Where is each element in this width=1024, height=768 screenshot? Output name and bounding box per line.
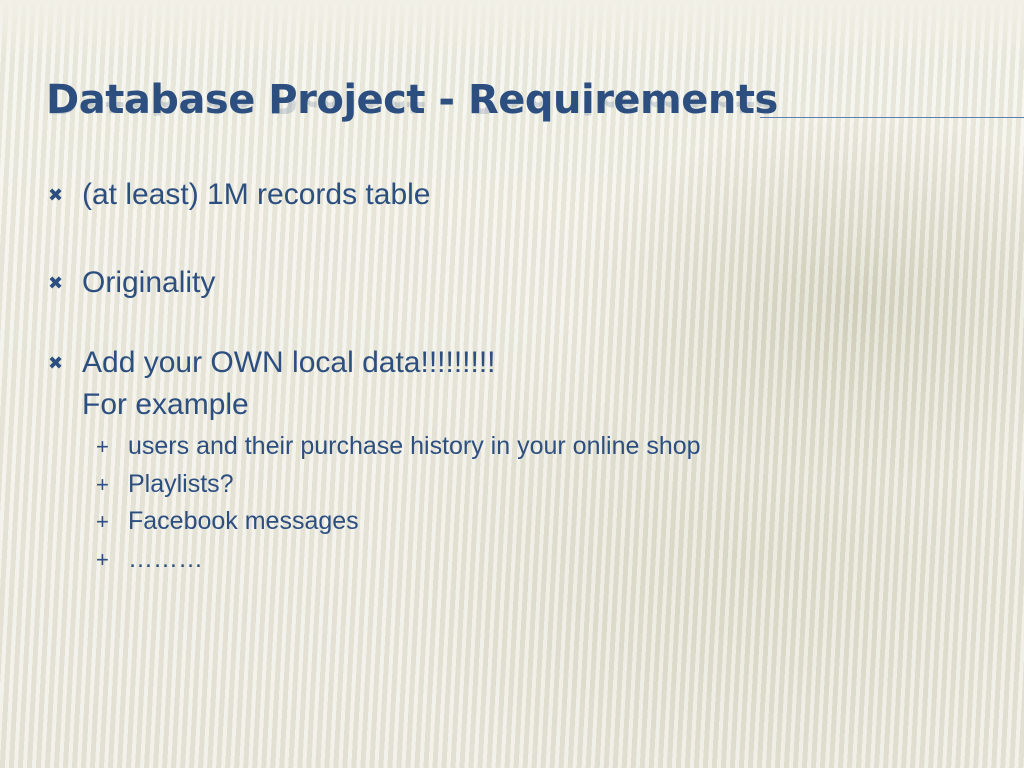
x-bullet-icon: ✖ [48,273,64,293]
plus-bullet-icon: + [96,434,109,459]
title-underline-rule [760,117,1024,118]
sub-bullet-item: + Playlists? [96,466,988,504]
bullet-text: Originality [82,266,216,299]
sub-bullet-text: Facebook messages [128,507,359,535]
sub-bullet-item: + ……… [96,541,988,579]
slide-content: ✖ (at least) 1M records table ✖ Original… [48,174,988,578]
title-area: Database Project - Requirements Database… [46,74,1006,126]
plus-bullet-icon: + [96,546,109,572]
bullet-text: Add your OWN local data!!!!!!!!! [82,346,496,379]
plus-bullet-icon: + [96,509,109,534]
sub-bullet-text: users and their purchase history in your… [128,432,701,460]
bullet-item: ✖ Add your OWN local data!!!!!!!!! [48,342,988,384]
plus-bullet-icon: + [96,471,109,497]
sub-bullet-text: ……… [128,544,203,573]
sub-bullet-text: Playlists? [128,469,234,498]
bullet-item: ✖ Originality [48,262,988,304]
x-bullet-icon: ✖ [48,185,64,205]
bullet-text: (at least) 1M records table [82,178,431,211]
x-bullet-icon: ✖ [48,353,64,373]
bullet-item: ✖ (at least) 1M records table [48,174,988,216]
bullet-continuation-text: For example [82,388,249,421]
top-fade [0,0,1024,60]
sub-bullet-list: + users and their purchase history in yo… [48,428,988,578]
sub-bullet-item: + Facebook messages [96,503,988,541]
slide-background: Database Project - Requirements Database… [0,0,1024,768]
slide-title: Database Project - Requirements [46,77,778,123]
sub-bullet-item: + users and their purchase history in yo… [96,428,988,466]
